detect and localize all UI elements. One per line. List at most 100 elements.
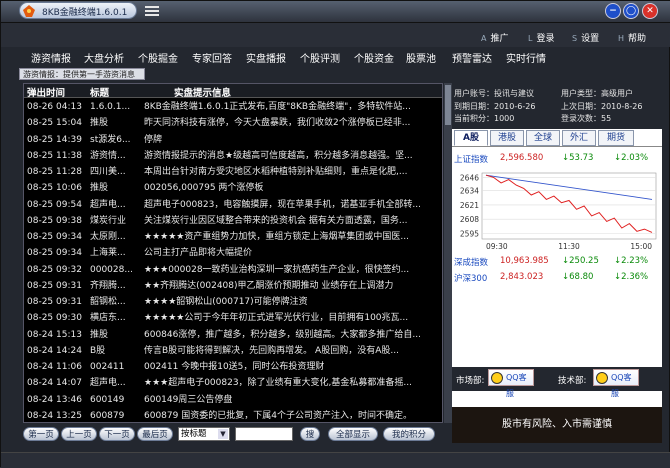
row-info: 600879 国资委的已批复，下属4个子公司资产注入，时间不确定。 (144, 410, 412, 421)
customer-service: 市场部: QQ客服 技术部: QQ客服 (452, 367, 662, 398)
table-row[interactable]: 08-25 09:31 韶钢松... ★★★★韶钢松山(000717)可能停牌注资 (24, 294, 442, 311)
menu-icon[interactable] (145, 6, 159, 17)
index-value: 2,596.580 (500, 153, 544, 163)
table-row[interactable]: 08-25 09:38 煤炭行业 关注煤炭行业因区域整合带来的投资机会 据有关方面透… (24, 213, 442, 230)
nav-item[interactable]: 大盘分析 (84, 50, 124, 65)
my-points-button[interactable]: 我的积分 (383, 427, 435, 441)
row-title: 600149 (90, 394, 125, 405)
table-row[interactable]: 08-26 04:13 1.6.0.1... 8KB金融终端1.6.0.1正式发布,… (24, 99, 442, 116)
table-row[interactable]: 08-25 09:34 上海莱... 公司主打产品即将大幅提价 (24, 245, 442, 262)
title-bar: 8KB金融终端1.6.0.1 − ◯ ✕ (1, 1, 670, 23)
market-dept-label: 市场部: (456, 376, 485, 386)
x-tick-label: 09:30 (486, 242, 508, 251)
table-row[interactable]: 08-24 11:06 002411 002411 今晚中报10送5，同时公布投资理… (24, 359, 442, 376)
row-time: 08-25 11:28 (27, 167, 82, 177)
show-all-button[interactable]: 全部显示 (328, 427, 378, 441)
col-header-title[interactable]: 标题 (90, 85, 109, 99)
col-header-time[interactable]: 弹出时间 (27, 85, 65, 99)
row-title: 超声电... (90, 378, 126, 389)
last-page-button[interactable]: 最后页 (137, 427, 173, 441)
type-label: 用户类型：高级用户 (561, 89, 633, 98)
next-page-button[interactable]: 下一页 (99, 427, 135, 441)
tab-a-share[interactable]: A股 (454, 130, 488, 146)
scrollbar[interactable] (444, 83, 452, 423)
table-row[interactable]: 08-25 09:54 超声电... 超声电子000823，电容触摸屏，现在苹果手机… (24, 197, 442, 214)
table-row[interactable]: 08-25 10:06 推股 002056,000795 两个涨停板 (24, 180, 442, 197)
table-row[interactable]: 08-25 11:28 四川美... 本周出台针对南方受灾地区水稻种植特别补贴细则，… (24, 164, 442, 181)
link-login[interactable]: L 登录 (528, 31, 554, 44)
table-row[interactable]: 08-25 09:31 齐翔腾... ★★齐翔腾达(002408)甲乙酮涨价预期推动… (24, 278, 442, 295)
link-settings[interactable]: S 设置 (572, 31, 599, 44)
nav-item[interactable]: 股票池 (406, 50, 436, 65)
app-logo-icon (23, 5, 35, 17)
table-row[interactable]: 08-25 09:34 太原刚... ★★★★★资产重组势力加快，重组方锁定上海烟草… (24, 229, 442, 246)
nav-item[interactable]: 个股掘金 (138, 50, 178, 65)
index-sh: 上证指数 2,596.580 ↓53.73 ↓2.03% (452, 153, 662, 165)
index-change: ↓68.80 (562, 272, 594, 282)
nav-item[interactable]: 实盘播报 (246, 50, 286, 65)
user-info: 用户账号：投讯与建议 用户类型：高级用户 到期日期：2010-6-26 上次日期… (452, 83, 662, 129)
y-tick-label: 2608 (460, 215, 479, 224)
row-time: 08-25 09:30 (27, 313, 82, 324)
nav-item[interactable]: 个股资金 (354, 50, 394, 65)
market-qq-button[interactable]: QQ客服 (488, 369, 534, 398)
nav-item[interactable]: 实时行情 (506, 50, 546, 65)
row-title: 推股 (90, 118, 109, 129)
table-row[interactable]: 08-25 14:39 st源发6... 停牌 (24, 132, 442, 149)
table-row[interactable]: 08-24 13:25 600879 600879 国资委的已批复，下属4个子公司资… (24, 408, 442, 425)
tab-futures[interactable]: 期货 (598, 130, 634, 146)
nav-item[interactable]: 个股评测 (300, 50, 340, 65)
title-pill: 8KB金融终端1.6.0.1 (19, 2, 137, 19)
link-help[interactable]: H 帮助 (618, 31, 646, 44)
nav-item[interactable]: 预警雷达 (452, 50, 492, 65)
tab-global[interactable]: 全球 (526, 130, 560, 146)
link-promote[interactable]: A 推广 (481, 31, 509, 44)
table-row[interactable]: 08-25 15:04 推股 昨天同济科技有涨停，今天大盘暴跌，我们收敛2个涨停板已… (24, 115, 442, 132)
nav-item[interactable]: 专家回答 (192, 50, 232, 65)
plot-area (481, 172, 657, 240)
table-row[interactable]: 08-25 11:38 游资情... 游资情报提示的消息★级越高可信度越高，积分越多… (24, 148, 442, 165)
app-window: 8KB金融终端1.6.0.1 − ◯ ✕ A 推广 L 登录 S 设置 H 帮助 游资情… (0, 0, 670, 468)
row-title: 上海莱... (90, 248, 126, 259)
row-time: 08-24 13:25 (27, 410, 82, 421)
row-title: 推股 (90, 183, 109, 194)
row-time: 08-25 11:38 (27, 150, 82, 161)
maximize-button[interactable]: ◯ (623, 3, 639, 19)
prev-page-button[interactable]: 上一页 (61, 427, 97, 441)
table-header: 弹出时间 标题 实盘提示信息 (24, 84, 442, 99)
nav-item[interactable]: 游资情报 (31, 50, 71, 65)
index-name: 上证指数 (454, 155, 489, 165)
search-button[interactable]: 搜 (300, 427, 320, 441)
row-info: ★★★000028一致药业治构深圳一家抗癌药生产企业，很快签约... (144, 264, 410, 275)
search-field-select[interactable]: 按标题 ▼ (178, 427, 230, 441)
x-tick-label: 11:30 (558, 242, 580, 251)
tab-hk[interactable]: 港股 (490, 130, 524, 146)
index-value: 2,843.023 (500, 272, 544, 282)
tab-forex[interactable]: 外汇 (562, 130, 596, 146)
index-pct: ↓2.03% (614, 153, 649, 163)
minimize-button[interactable]: − (605, 3, 621, 19)
table-row[interactable]: 08-24 14:24 B股 传言B股可能将得到解决，先回购再增发。 A股回购，没有… (24, 343, 442, 360)
table-row[interactable]: 08-25 09:32 000028... ★★★000028一致药业治构深圳一家抗… (24, 262, 442, 279)
table-row[interactable]: 08-25 09:30 横店东... ★★★★★公司于今年年初正式进军光伏行业，目前… (24, 310, 442, 327)
index-change: ↓250.25 (562, 256, 599, 266)
row-title: 推股 (90, 329, 109, 340)
row-info: ★★★★韶钢松山(000717)可能停牌注资 (144, 297, 308, 307)
col-header-info[interactable]: 实盘提示信息 (174, 85, 231, 99)
table-row[interactable]: 08-24 13:46 600149 600149周三公告停盘 (24, 392, 442, 409)
row-time: 08-25 09:38 (27, 215, 82, 226)
expire-label: 到期日期：2010-6-26 (454, 102, 536, 111)
tech-qq-button[interactable]: QQ客服 (593, 369, 639, 398)
row-title: B股 (90, 345, 106, 356)
search-input[interactable] (235, 427, 293, 441)
scrollbar-thumb[interactable] (445, 85, 451, 125)
first-page-button[interactable]: 第一页 (23, 427, 59, 441)
row-time: 08-24 14:07 (27, 378, 82, 389)
table-row[interactable]: 08-24 14:07 超声电... ★★★超声电子000823，除了业绩有重大变化… (24, 375, 442, 392)
days-label: 登录次数：55 (561, 114, 612, 123)
close-button[interactable]: ✕ (642, 3, 658, 19)
tagline: 游资情报：提供第一手游资消息 (19, 68, 145, 80)
table-row[interactable]: 08-24 15:13 推股 600846涨停，推广越多，积分越多，级别越高。大家都… (24, 327, 442, 344)
index-value: 10,963.985 (500, 256, 549, 266)
row-title: 韶钢松... (90, 297, 126, 307)
